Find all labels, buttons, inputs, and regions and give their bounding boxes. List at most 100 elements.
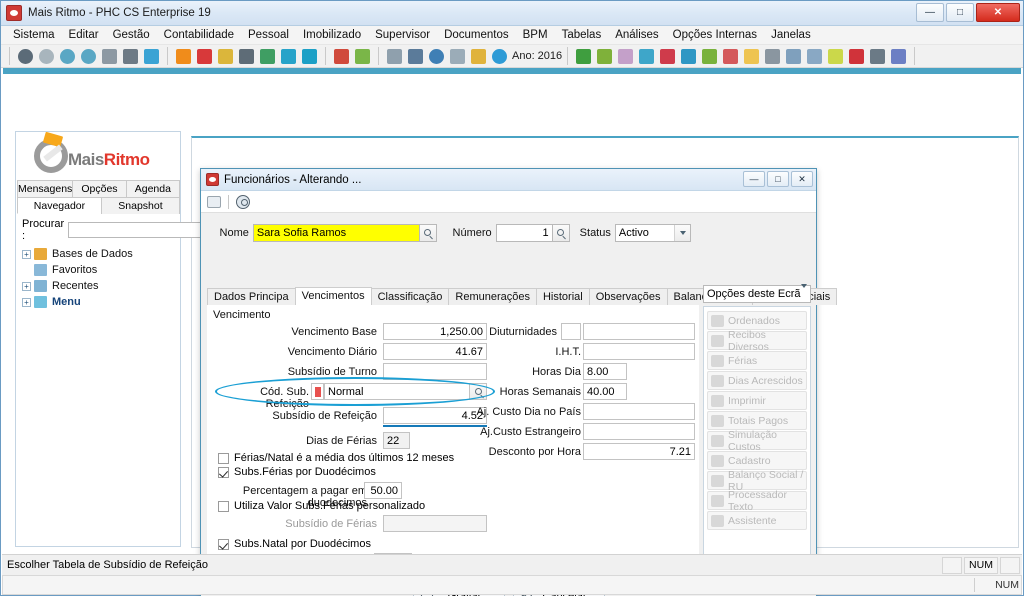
checkbox-icon[interactable] [218,500,229,512]
tab-remuneracoes[interactable]: Remunerações [448,288,537,305]
expand-icon[interactable]: + [22,297,31,307]
globe-icon[interactable] [18,48,33,64]
contact-book-icon[interactable] [702,48,718,64]
tree-item-favoritos[interactable]: Favoritos [22,262,180,278]
minimize-button[interactable]: — [916,3,944,22]
aj-custo-dia-pais-field[interactable] [583,403,695,420]
network-icon[interactable] [786,48,802,64]
tab-historial[interactable]: Historial [535,288,590,305]
briefcase-red-icon[interactable] [660,48,676,64]
checkbox-icon[interactable] [218,466,229,478]
menu-item-pessoal[interactable]: Pessoal [241,28,296,42]
dialog-minimize-button[interactable]: — [743,171,765,187]
document-icon[interactable] [387,48,402,64]
menu-item-sistema[interactable]: Sistema [6,28,62,42]
option-button-recibos-diversos[interactable]: Recibos Diversos [707,329,807,353]
option-button-dias-acrescidos[interactable]: Dias Acrescidos [707,371,807,390]
reload-icon[interactable] [81,48,96,64]
checkbox-valor-subs-ferias-personalizado[interactable]: Utiliza Valor Subs.Férias personalizado [218,500,425,512]
refresh-icon[interactable] [60,48,75,64]
checkbox-ferias-natal-media[interactable]: Férias/Natal é a média dos últimos 12 me… [218,452,454,464]
tab-vencimentos[interactable]: Vencimentos [294,287,372,305]
menu-item-supervisor[interactable]: Supervisor [368,28,437,42]
vencimento-diario-field[interactable] [383,343,487,360]
option-button-processador-texto[interactable]: Processador Texto [707,489,807,513]
diuturnidades-field[interactable] [583,323,695,340]
checkbox-subs-ferias-duodecimos[interactable]: Subs.Férias por Duodécimos [218,466,376,478]
tab-classificacao[interactable]: Classificação [370,288,450,305]
document-edit-icon[interactable] [408,48,423,64]
diuturnidades-count-field[interactable] [561,323,581,340]
export-icon[interactable] [597,48,613,64]
edit-note-icon[interactable] [123,48,138,64]
calendar-icon[interactable] [723,48,739,64]
tree-item-menu[interactable]: + Menu [22,294,180,310]
contact-red-icon[interactable] [197,48,212,64]
menu-item-opcoes-internas[interactable]: Opções Internas [666,28,764,42]
option-button-totais-pagos[interactable]: Totais Pagos [707,411,807,430]
save-green-icon[interactable] [576,48,592,64]
nav-tab-opcoes[interactable]: Opções [72,180,127,197]
menu-item-imobilizado[interactable]: Imobilizado [296,28,368,42]
menu-item-editar[interactable]: Editar [62,28,106,42]
cod-sub-refeicao-field[interactable] [324,383,470,400]
refresh-back-icon[interactable] [39,48,54,64]
meal-code-color-swatch[interactable] [311,383,324,400]
iht-field[interactable] [583,343,695,360]
chevron-down-icon[interactable] [800,284,807,300]
dialog-maximize-button[interactable]: □ [767,171,789,187]
option-button-ordenados[interactable]: Ordenados [707,311,807,330]
import-icon[interactable] [870,48,886,64]
notebook-icon[interactable] [618,48,634,64]
screen-options-dropdown[interactable]: Opções deste Ecrã [703,284,811,303]
vencimento-base-field[interactable] [383,323,487,340]
folder-orange-icon[interactable] [176,48,191,64]
name-lookup-button[interactable] [419,223,437,242]
home-icon[interactable] [334,48,349,64]
menu-item-contabilidade[interactable]: Contabilidade [157,28,241,42]
tab-observacoes[interactable]: Observações [588,288,668,305]
dashboard-icon[interactable] [144,48,159,64]
checkbox-icon[interactable] [218,538,229,550]
tree-item-recentes[interactable]: + Recentes [22,278,180,294]
presentation-icon[interactable] [807,48,823,64]
number-lookup-button[interactable] [552,223,570,242]
desconto-por-hora-field[interactable] [583,443,695,460]
page-icon[interactable] [450,48,465,64]
menu-item-bpm[interactable]: BPM [516,28,555,42]
highlighter-icon[interactable] [828,48,844,64]
aj-custo-estrangeiro-field[interactable] [583,423,695,440]
tab-dados-principa[interactable]: Dados Principa [207,288,296,305]
grid-table-icon[interactable] [102,48,117,64]
option-button-balanco-social-ru[interactable]: Balanço Social / RU [707,469,807,493]
dialog-close-button[interactable]: ✕ [791,171,813,187]
book-cyan-icon[interactable] [681,48,697,64]
menu-item-documentos[interactable]: Documentos [437,28,516,42]
horas-dia-field[interactable] [583,363,627,380]
money-icon[interactable] [218,48,233,64]
folder-yellow-icon[interactable] [744,48,760,64]
horas-semanais-field[interactable] [583,383,627,400]
expand-icon[interactable]: + [22,249,31,259]
dias-ferias-field[interactable] [383,432,410,449]
option-button-ferias[interactable]: Férias [707,351,807,370]
pct-ferias-field[interactable] [364,482,402,499]
nav-tab-snapshot[interactable]: Snapshot [100,197,180,214]
option-button-simulacao-custos[interactable]: Simulação Custos [707,429,807,453]
archive-icon[interactable] [260,48,275,64]
person-green-icon[interactable] [355,48,370,64]
search-input[interactable] [68,222,219,238]
option-button-cadastro[interactable]: Cadastro [707,451,807,470]
nav-tab-mensagens[interactable]: Mensagens [17,180,74,197]
menu-item-gestao[interactable]: Gestão [106,28,157,42]
chart-blue-icon[interactable] [891,48,907,64]
name-field[interactable] [252,223,420,242]
sync-year-icon[interactable] [492,48,507,64]
menu-item-janelas[interactable]: Janelas [764,28,818,42]
pie-chart-icon[interactable] [429,48,444,64]
nav-tab-agenda[interactable]: Agenda [125,180,181,197]
book-blue-icon[interactable] [639,48,655,64]
option-button-imprimir[interactable]: Imprimir [707,391,807,410]
suitcase-icon[interactable] [281,48,296,64]
tree-item-bases-de-dados[interactable]: + Bases de Dados [22,246,180,262]
